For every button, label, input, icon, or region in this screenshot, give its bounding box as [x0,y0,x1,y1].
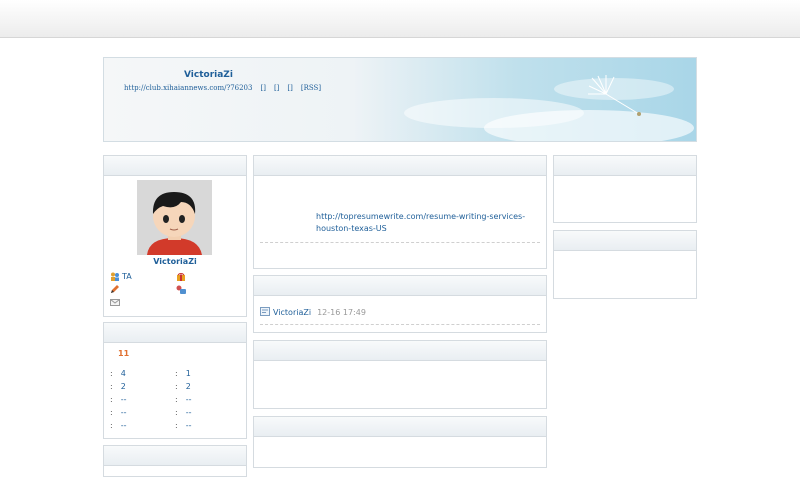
blog-owner-title[interactable]: VictoriaZi [184,70,233,80]
entry-link[interactable]: http://topresumewrite.com/resume-writing… [316,211,525,235]
right-panel-1 [553,155,697,223]
center-panel-3 [253,340,547,409]
center-panel-3-header [254,341,546,361]
comment-item: VictoriaZi 12-16 17:49 [260,307,366,317]
comments-panel: VictoriaZi 12-16 17:49 [253,275,547,333]
header-link-3[interactable]: [] [287,84,292,92]
right-panel-1-header [554,156,696,176]
profile-panel-header [104,156,246,176]
right-panel-2-header [554,231,696,251]
stats-panel: 11 :4 :2 : -- : -- : -- :1 :2 : -- : -- : -- [103,322,247,439]
divider [260,324,540,325]
gift-icon [177,273,185,281]
write-action[interactable] [110,285,122,294]
profile-name-link[interactable]: VictoriaZi [104,257,246,266]
pencil-icon [111,285,119,293]
top-navigation-bar [0,0,800,38]
stat-row: : -- [175,395,192,404]
latest-entry-panel-header [254,156,546,176]
stat-row: :2 [110,382,126,391]
comment-icon [260,307,270,316]
mail-icon [110,299,120,306]
chat-icon [176,285,186,294]
latest-entry-panel: http://topresumewrite.com/resume-writing… [253,155,547,269]
send-gift-action[interactable] [176,272,188,281]
stat-row: :2 [175,382,191,391]
center-panel-4-header [254,417,546,437]
stat-row: : -- [175,421,192,430]
stat-row: : -- [175,408,192,417]
comments-panel-header [254,276,546,296]
stat-row: :4 [110,369,126,378]
add-friend-action[interactable]: TA [110,272,132,281]
avatar[interactable] [137,180,212,255]
divider [260,242,540,243]
chat-action[interactable] [176,285,188,294]
right-panel-2 [553,230,697,299]
profile-panel: VictoriaZi TA [103,155,247,317]
stat-row: : -- [110,408,127,417]
rss-link[interactable]: [RSS] [301,84,321,92]
header-link-2[interactable]: [] [274,84,279,92]
blog-url-link[interactable]: http://club.xihaiannews.com/?76203 [124,84,252,92]
left-panel-3-header [104,446,246,466]
comment-author-link[interactable]: VictoriaZi [273,308,311,317]
comment-time: 12-16 17:49 [317,308,366,317]
action-label: TA [122,272,132,281]
header-link-1[interactable]: [] [260,84,265,92]
message-action[interactable] [110,298,122,307]
center-panel-4 [253,416,547,468]
stat-row: :1 [175,369,191,378]
stats-panel-header [104,323,246,343]
stat-row: : -- [110,395,127,404]
left-panel-3 [103,445,247,477]
stat-row: : -- [110,421,127,430]
dandelion-seed-icon [588,75,641,116]
stats-highlight-value: 11 [118,349,130,358]
users-icon [111,272,119,281]
blog-header-links: http://club.xihaiannews.com/?76203 [] [] []… [124,84,329,92]
blog-header-banner: VictoriaZi http://club.xihaiannews.com/?… [103,57,697,142]
